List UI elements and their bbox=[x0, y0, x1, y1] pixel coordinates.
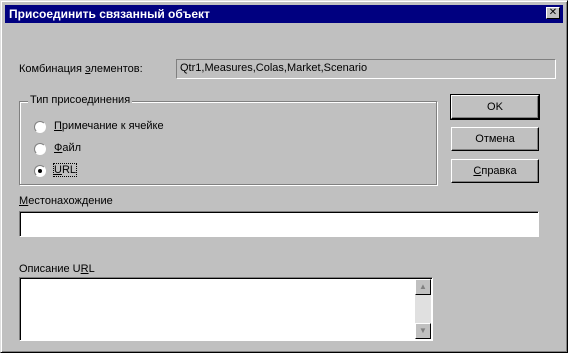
radio-url-label: URL bbox=[52, 163, 78, 177]
cancel-button[interactable]: Отмена bbox=[451, 127, 539, 151]
location-label: Местонахождение bbox=[19, 195, 113, 207]
radio-cell-note-label: Примечание к ячейке bbox=[54, 120, 164, 132]
combination-value: Qtr1,Measures,Colas,Market,Scenario bbox=[176, 59, 556, 79]
radio-button[interactable] bbox=[34, 165, 46, 177]
scroll-down-icon[interactable]: ▼ bbox=[415, 323, 431, 339]
location-input[interactable] bbox=[19, 211, 539, 237]
combination-label: Комбинация элементов: bbox=[19, 63, 143, 75]
window-title: Присоединить связанный объект bbox=[9, 7, 210, 21]
scroll-up-icon[interactable]: ▲ bbox=[415, 279, 431, 295]
ok-button[interactable]: OK bbox=[450, 94, 540, 120]
url-description-label: Описание URL bbox=[19, 263, 95, 275]
close-button[interactable]: ✕ bbox=[546, 7, 560, 19]
attach-type-legend: Тип присоединения bbox=[28, 94, 133, 106]
vertical-scrollbar[interactable]: ▲ ▼ bbox=[415, 279, 431, 339]
radio-url[interactable]: URL bbox=[34, 163, 94, 180]
radio-file[interactable]: Файл bbox=[34, 142, 114, 158]
radio-button[interactable] bbox=[34, 121, 46, 133]
url-description-textarea[interactable]: ▲ ▼ bbox=[19, 277, 433, 341]
attach-linked-object-dialog: Присоединить связанный объект ✕ Комбинац… bbox=[0, 0, 568, 353]
radio-button[interactable] bbox=[34, 143, 46, 155]
help-button[interactable]: Справка bbox=[451, 159, 539, 183]
close-icon: ✕ bbox=[548, 7, 558, 18]
title-bar[interactable]: Присоединить связанный объект ✕ bbox=[5, 5, 563, 23]
radio-file-label: Файл bbox=[54, 142, 82, 154]
attach-type-group: Тип присоединения Примечание к ячейке Фа… bbox=[19, 94, 437, 185]
radio-selected-dot bbox=[38, 169, 42, 173]
radio-cell-note[interactable]: Примечание к ячейке bbox=[34, 120, 224, 136]
